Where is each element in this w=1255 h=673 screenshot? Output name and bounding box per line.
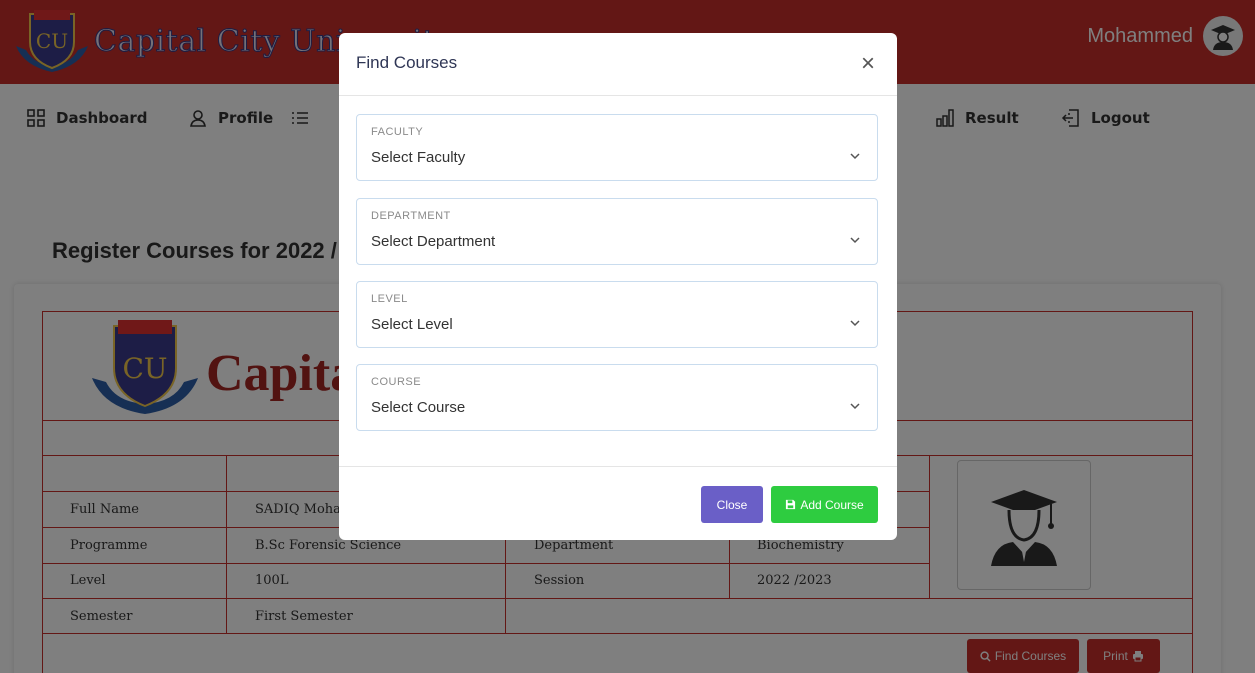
department-value: Select Department [371,233,496,250]
close-icon[interactable]: × [857,52,879,76]
add-course-label: Add Course [800,497,864,512]
level-value: Select Level [371,316,453,333]
close-button[interactable]: Close [701,486,763,523]
faculty-label: FACULTY [371,126,424,138]
department-select[interactable]: DEPARTMENT Select Department [356,198,878,265]
faculty-select[interactable]: FACULTY Select Faculty [356,114,878,181]
modal-header: Find Courses × [339,33,897,96]
level-label: LEVEL [371,293,408,305]
modal-footer: Close Add Course [339,466,897,540]
chevron-down-icon [850,320,860,327]
modal-title: Find Courses [356,53,458,72]
find-courses-modal: Find Courses × FACULTY Select Faculty DE… [339,33,897,540]
save-icon [786,499,796,510]
faculty-value: Select Faculty [371,149,466,166]
chevron-down-icon [850,237,860,244]
level-select[interactable]: LEVEL Select Level [356,281,878,348]
chevron-down-icon [850,403,860,410]
chevron-down-icon [850,153,860,160]
course-label: COURSE [371,376,422,388]
course-value: Select Course [371,399,466,416]
course-select[interactable]: COURSE Select Course [356,364,878,431]
add-course-button[interactable]: Add Course [771,486,878,523]
department-label: DEPARTMENT [371,210,451,222]
